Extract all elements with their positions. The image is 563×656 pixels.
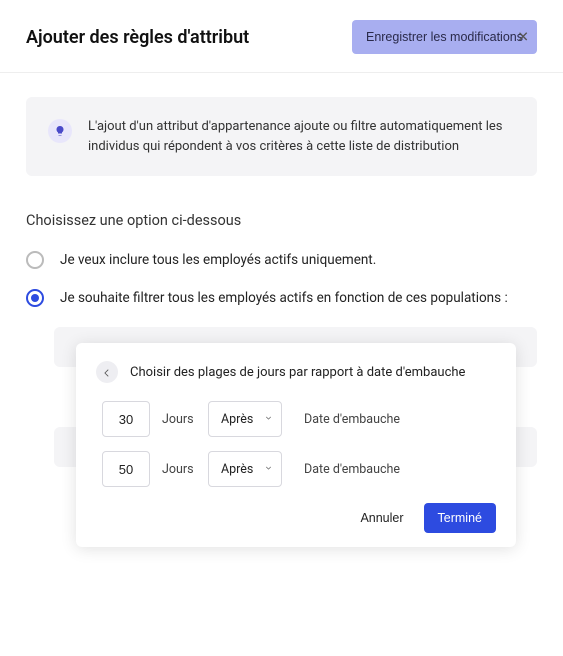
relation-value: Après <box>221 462 253 477</box>
section-label: Choisissez une option ci-dessous <box>26 212 537 229</box>
radio-option-all-active[interactable]: Je veux inclure tous les employés actifs… <box>26 251 537 269</box>
radio-button[interactable] <box>26 251 44 269</box>
save-button[interactable]: Enregistrer les modifications ✕ <box>352 20 537 54</box>
back-button[interactable] <box>96 361 118 383</box>
chevron-down-icon <box>264 412 273 427</box>
radio-option-filter-populations[interactable]: Je souhaite filtrer tous les employés ac… <box>26 289 537 307</box>
lightbulb-icon <box>48 119 72 143</box>
chevron-down-icon <box>264 462 273 477</box>
popover-footer: Annuler Terminé <box>96 503 496 533</box>
done-button[interactable]: Terminé <box>424 503 496 533</box>
filter-panel-area: Choisir des plages de jours par rapport … <box>54 327 537 467</box>
reference-label: Date d'embauche <box>304 462 400 477</box>
radio-label: Je veux inclure tous les employés actifs… <box>60 252 376 268</box>
unit-label: Jours <box>162 412 196 427</box>
save-button-label: Enregistrer les modifications <box>366 30 523 44</box>
relation-select[interactable]: Après <box>208 401 282 437</box>
reference-label: Date d'embauche <box>304 412 400 427</box>
popover-title: Choisir des plages de jours par rapport … <box>130 365 465 380</box>
radio-label: Je souhaite filtrer tous les employés ac… <box>60 290 508 306</box>
content-area: L'ajout d'un attribut d'appartenance ajo… <box>0 73 563 467</box>
arrow-left-icon <box>102 363 112 382</box>
unit-label: Jours <box>162 462 196 477</box>
dialog-header: Ajouter des règles d'attribut Enregistre… <box>0 0 563 72</box>
relation-value: Après <box>221 412 253 427</box>
cancel-button[interactable]: Annuler <box>350 503 413 533</box>
days-input[interactable] <box>102 451 150 487</box>
range-row: Jours Après Date d'embauche <box>96 401 496 437</box>
info-text: L'ajout d'un attribut d'appartenance ajo… <box>88 117 515 156</box>
days-input[interactable] <box>102 401 150 437</box>
radio-button[interactable] <box>26 289 44 307</box>
page-title: Ajouter des règles d'attribut <box>26 27 249 48</box>
info-banner: L'ajout d'un attribut d'appartenance ajo… <box>26 97 537 176</box>
date-range-popover: Choisir des plages de jours par rapport … <box>76 343 516 547</box>
range-row: Jours Après Date d'embauche <box>96 451 496 487</box>
popover-header: Choisir des plages de jours par rapport … <box>96 361 496 383</box>
relation-select[interactable]: Après <box>208 451 282 487</box>
